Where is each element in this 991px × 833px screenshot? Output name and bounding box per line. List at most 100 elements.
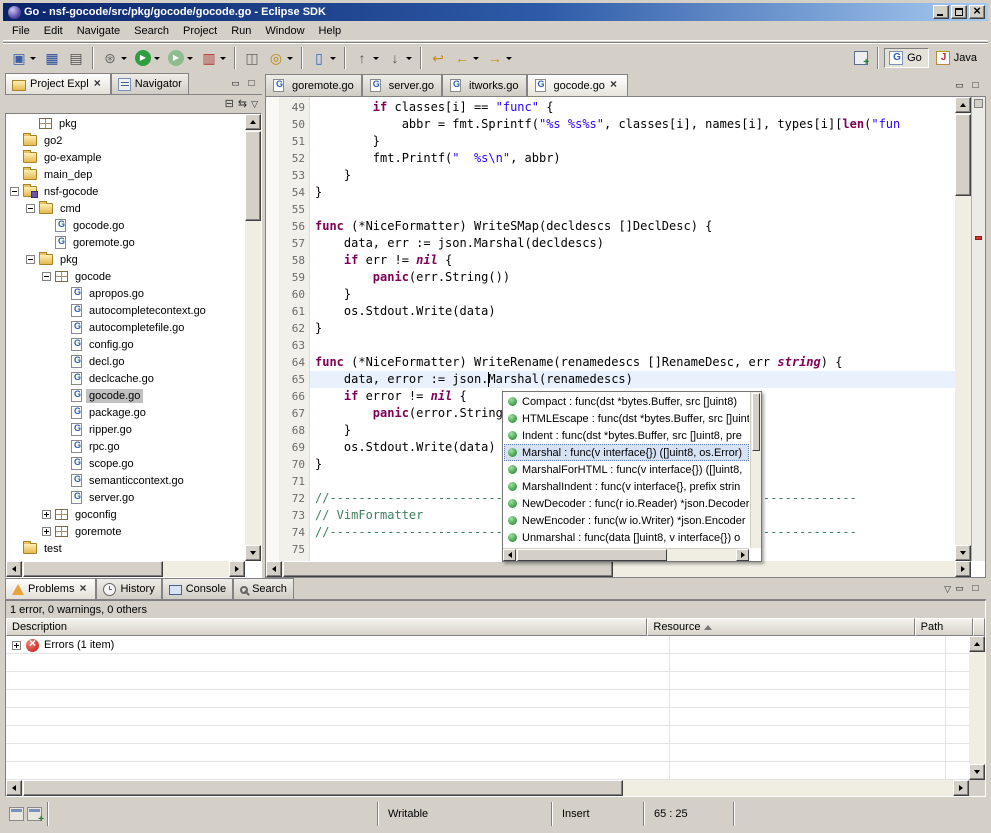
- tree-item-goremote-go[interactable]: goremote.go: [6, 234, 245, 251]
- code-line-58[interactable]: 58 if err != nil {: [266, 252, 955, 269]
- plus-expander-icon[interactable]: [12, 641, 21, 650]
- tree-item-scope-go[interactable]: scope.go: [6, 455, 245, 472]
- explorer-minimize-icon[interactable]: [228, 76, 243, 91]
- tree-item-ripper-go[interactable]: ripper.go: [6, 421, 245, 438]
- autocomplete-horizontal-scrollbar[interactable]: [503, 548, 749, 561]
- tree-item-gocode-go[interactable]: gocode.go: [6, 217, 245, 234]
- fast-view-icon[interactable]: [9, 807, 24, 821]
- toolbar-external-tools-button[interactable]: ▥: [197, 46, 230, 70]
- view-tab-project-expl[interactable]: Project Expl: [5, 73, 111, 94]
- dropdown-arrow-icon[interactable]: [406, 57, 412, 60]
- dropdown-arrow-icon[interactable]: [187, 57, 193, 60]
- dropdown-arrow-icon[interactable]: [506, 57, 512, 60]
- tree-item-rpc-go[interactable]: rpc.go: [6, 438, 245, 455]
- toolbar-back-button[interactable]: ←: [450, 46, 483, 70]
- column-divider[interactable]: [669, 636, 670, 780]
- scroll-up-icon[interactable]: [955, 97, 971, 113]
- toolbar-last-edit-location-button[interactable]: ↩: [426, 46, 450, 70]
- tree-item-decl-go[interactable]: decl.go: [6, 353, 245, 370]
- autocomplete-item-newencoder[interactable]: NewEncoder : func(w io.Writer) *json.Enc…: [504, 512, 749, 529]
- toolbar-prev-annotation-button[interactable]: ↑: [350, 46, 383, 70]
- scroll-up-icon[interactable]: [245, 114, 261, 130]
- toolbar-forward-button[interactable]: →: [483, 46, 516, 70]
- close-icon[interactable]: [609, 80, 620, 91]
- menu-item-help[interactable]: Help: [312, 23, 349, 39]
- autocomplete-item-newdecoder[interactable]: NewDecoder : func(r io.Reader) *json.Dec…: [504, 495, 749, 512]
- view-tab-history[interactable]: History: [96, 578, 161, 599]
- scroll-right-icon[interactable]: [229, 561, 245, 577]
- tree-hscrollbar-thumb[interactable]: [23, 561, 163, 577]
- column-header-path[interactable]: Path: [915, 618, 973, 636]
- tree-item-gocode-go[interactable]: gocode.go: [6, 387, 245, 404]
- code-line-63[interactable]: 63: [266, 337, 955, 354]
- editor-tab-goremote-go[interactable]: goremote.go: [265, 74, 362, 96]
- autocomplete-item-htmlescape[interactable]: HTMLEscape : func(dst *bytes.Buffer, src…: [504, 410, 749, 427]
- scroll-right-icon[interactable]: [953, 780, 969, 796]
- problems-vertical-scrollbar[interactable]: [969, 636, 985, 780]
- scroll-down-icon[interactable]: [245, 545, 261, 561]
- view-tab-search[interactable]: Search: [233, 578, 294, 599]
- editor-horizontal-scrollbar[interactable]: [266, 561, 971, 577]
- tree-item-test[interactable]: test: [6, 540, 245, 557]
- plus-expander-icon[interactable]: [42, 510, 51, 519]
- error-marker-icon[interactable]: [975, 236, 982, 240]
- tree-item-pkg[interactable]: pkg: [6, 251, 245, 268]
- code-line-51[interactable]: 51 }: [266, 133, 955, 150]
- overview-ruler-header-icon[interactable]: [974, 99, 983, 108]
- code-line-50[interactable]: 50 abbr = fmt.Sprintf("%s %s%s", classes…: [266, 116, 955, 133]
- editor-scrollbar-thumb[interactable]: [955, 114, 971, 196]
- autocomplete-item-compact[interactable]: Compact : func(dst *bytes.Buffer, src []…: [504, 393, 749, 410]
- open-perspective-button[interactable]: [850, 48, 872, 68]
- column-divider[interactable]: [945, 636, 946, 780]
- tree-item-cmd[interactable]: cmd: [6, 200, 245, 217]
- tree-item-go-example[interactable]: go-example: [6, 149, 245, 166]
- autocomplete-item-indent[interactable]: Indent : func(dst *bytes.Buffer, src []u…: [504, 427, 749, 444]
- tree-vertical-scrollbar[interactable]: [245, 114, 261, 561]
- menu-item-navigate[interactable]: Navigate: [70, 23, 127, 39]
- toolbar-save-button[interactable]: ▦: [40, 46, 64, 70]
- problems-minimize-icon[interactable]: [952, 581, 967, 596]
- tree-item-goremote[interactable]: goremote: [6, 523, 245, 540]
- toolbar-print-button[interactable]: ▤: [64, 46, 88, 70]
- code-line-52[interactable]: 52 fmt.Printf(" %s\n", abbr): [266, 150, 955, 167]
- autocomplete-scrollbar-thumb[interactable]: [752, 393, 760, 451]
- menu-item-window[interactable]: Window: [258, 23, 311, 39]
- code-line-60[interactable]: 60 }: [266, 286, 955, 303]
- editor-maximize-icon[interactable]: [968, 78, 983, 93]
- code-line-62[interactable]: 62}: [266, 320, 955, 337]
- tree-item-server-go[interactable]: server.go: [6, 489, 245, 506]
- link-with-editor-icon[interactable]: [238, 97, 247, 111]
- tree-item-gocode[interactable]: gocode: [6, 268, 245, 285]
- minus-expander-icon[interactable]: [26, 255, 35, 264]
- tree-item-main-dep[interactable]: main_dep: [6, 166, 245, 183]
- menu-item-file[interactable]: File: [5, 23, 37, 39]
- editor-minimize-icon[interactable]: [952, 78, 967, 93]
- editor-tab-server-go[interactable]: server.go: [362, 74, 442, 96]
- scroll-left-icon[interactable]: [6, 780, 22, 796]
- tree-item-go2[interactable]: go2: [6, 132, 245, 149]
- dropdown-arrow-icon[interactable]: [373, 57, 379, 60]
- close-icon[interactable]: [93, 79, 104, 90]
- tree-item-declcache-go[interactable]: declcache.go: [6, 370, 245, 387]
- minus-expander-icon[interactable]: [42, 272, 51, 281]
- minimize-button[interactable]: [933, 5, 949, 19]
- tree-item-semanticcontext-go[interactable]: semanticcontext.go: [6, 472, 245, 489]
- scroll-down-icon[interactable]: [969, 764, 985, 780]
- scroll-left-icon[interactable]: [6, 561, 22, 577]
- problems-maximize-icon[interactable]: [968, 581, 983, 596]
- toolbar-run-history-button[interactable]: ▶: [164, 46, 197, 70]
- tree-item-nsf-gocode[interactable]: nsf-gocode: [6, 183, 245, 200]
- menu-item-search[interactable]: Search: [127, 23, 176, 39]
- autocomplete-item-marshal[interactable]: Marshal : func(v interface{}) ([]uint8, …: [504, 444, 749, 461]
- problems-hscrollbar-thumb[interactable]: [23, 780, 623, 796]
- minus-expander-icon[interactable]: [26, 204, 35, 213]
- scroll-left-icon[interactable]: [266, 561, 282, 577]
- tree-item-apropos-go[interactable]: apropos.go: [6, 285, 245, 302]
- view-tab-console[interactable]: Console: [162, 578, 233, 599]
- perspective-go-button[interactable]: Go: [884, 48, 929, 68]
- dropdown-arrow-icon[interactable]: [330, 57, 336, 60]
- explorer-maximize-icon[interactable]: [244, 76, 259, 91]
- column-header-description[interactable]: Description: [6, 618, 647, 636]
- editor-vertical-scrollbar[interactable]: [955, 97, 971, 561]
- minus-expander-icon[interactable]: [10, 187, 19, 196]
